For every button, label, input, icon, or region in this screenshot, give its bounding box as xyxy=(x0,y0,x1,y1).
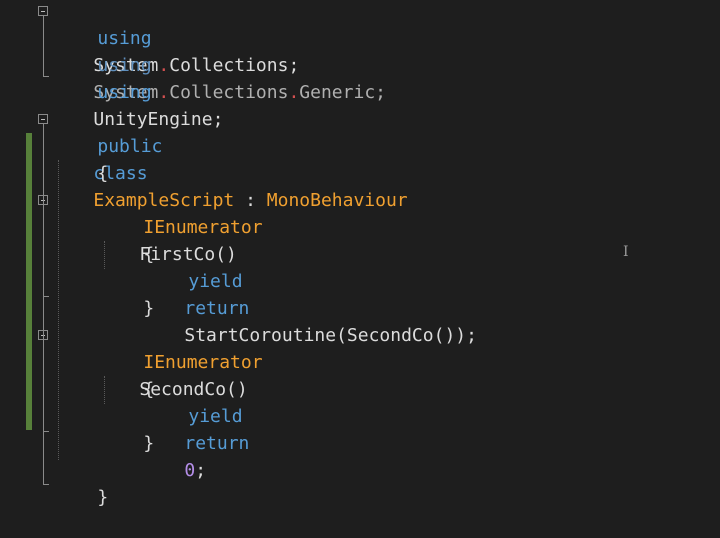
member-dot: . xyxy=(288,82,300,103)
code-line[interactable]: { xyxy=(100,214,154,265)
code-line[interactable]: public class ExampleScript : MonoBehavio… xyxy=(54,106,407,211)
code-line[interactable]: yield return 0; xyxy=(145,376,249,481)
keyword: yield xyxy=(188,406,243,427)
return-type: IEnumerator xyxy=(143,217,263,238)
keyword: using xyxy=(97,82,152,103)
keyword: return xyxy=(184,433,250,454)
code-line[interactable]: IEnumerator SecondCo() xyxy=(100,322,262,400)
code-line[interactable]: yield return StartCoroutine(SecondCo()); xyxy=(145,241,477,346)
fold-collapse-icon[interactable] xyxy=(38,114,48,124)
code-line[interactable]: IEnumerator FirstCo() xyxy=(100,187,262,265)
base-class: MonoBehaviour xyxy=(266,190,408,211)
outline-guide xyxy=(43,16,44,76)
keyword: return xyxy=(184,298,250,319)
fold-collapse-icon[interactable] xyxy=(38,6,48,16)
namespace: Collections xyxy=(169,82,289,103)
number-literal: 0 xyxy=(184,460,196,481)
semicolon: ; xyxy=(375,82,386,103)
close-brace: } xyxy=(97,487,109,508)
outline-guide xyxy=(43,431,49,432)
namespace: Generic xyxy=(299,82,376,103)
change-indicator-bar xyxy=(26,133,32,430)
close-brace: } xyxy=(143,433,155,454)
outline-guide xyxy=(43,124,44,484)
code-line[interactable]: using UnityEngine; xyxy=(54,52,223,130)
code-line[interactable]: } xyxy=(54,457,108,508)
code-line[interactable]: using System.Collections; xyxy=(54,0,299,76)
ibeam-cursor-icon: I xyxy=(623,244,629,260)
return-type: IEnumerator xyxy=(143,352,263,373)
code-line[interactable]: } xyxy=(100,268,154,319)
outline-guide xyxy=(43,76,49,77)
close-brace: } xyxy=(143,298,155,319)
code-editor[interactable]: using System.Collections; using System.C… xyxy=(0,0,720,508)
outline-guide xyxy=(43,484,49,485)
semicolon: ; xyxy=(288,55,300,76)
code-line[interactable]: { xyxy=(100,349,154,400)
member-dot: . xyxy=(158,82,170,103)
code-line[interactable]: using System.Collections.Generic; xyxy=(54,25,386,103)
outline-guide xyxy=(43,296,49,297)
semicolon: ; xyxy=(195,460,207,481)
code-line[interactable]: } xyxy=(100,403,154,454)
keyword: yield xyxy=(188,271,243,292)
code-line[interactable]: { xyxy=(54,133,108,184)
open-brace: { xyxy=(97,163,109,184)
